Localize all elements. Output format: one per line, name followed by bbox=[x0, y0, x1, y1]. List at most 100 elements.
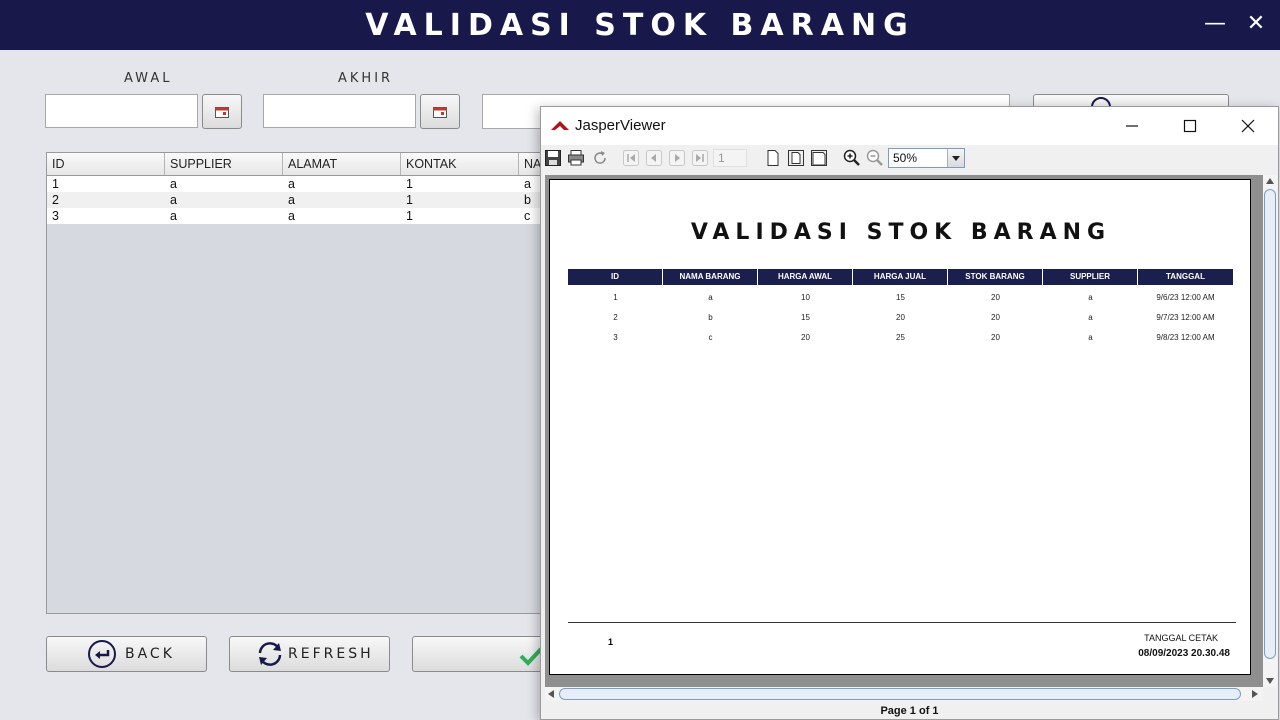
report-cell: 2 bbox=[613, 313, 618, 322]
back-arrow-icon bbox=[88, 640, 116, 668]
minimize-icon bbox=[1126, 125, 1138, 127]
report-column-header: ID bbox=[568, 269, 663, 285]
report-cell: 3 bbox=[613, 333, 618, 342]
table-row[interactable]: 3 a a 1 c bbox=[47, 208, 605, 224]
report-cell: 20 bbox=[991, 293, 1000, 302]
table-row[interactable]: 1 a a 1 a bbox=[47, 176, 605, 192]
report-page-number: 1 bbox=[608, 637, 614, 647]
horizontal-scroll-thumb[interactable] bbox=[559, 688, 1241, 700]
zoom-dropdown-button[interactable] bbox=[947, 149, 964, 167]
report-cell: 9/6/23 12:00 AM bbox=[1156, 293, 1215, 302]
report-page: VALIDASI STOK BARANG ID NAMA BARANG HARG… bbox=[549, 179, 1251, 675]
report-cell: 9/7/23 12:00 AM bbox=[1156, 313, 1215, 322]
akhir-label: AKHIR bbox=[338, 71, 394, 86]
jasper-logo-icon bbox=[551, 121, 569, 130]
back-button[interactable]: BACK bbox=[46, 636, 207, 672]
report-cell: 15 bbox=[896, 293, 905, 302]
first-page-icon[interactable] bbox=[622, 149, 640, 167]
report-cell: 15 bbox=[801, 313, 810, 322]
refresh-label: REFRESH bbox=[288, 646, 374, 662]
next-page-icon[interactable] bbox=[668, 149, 686, 167]
awal-label: AWAL bbox=[124, 71, 173, 86]
zoom-out-icon[interactable] bbox=[866, 149, 884, 167]
cell-supplier: a bbox=[170, 209, 177, 223]
viewer-maximize-button[interactable] bbox=[1170, 113, 1210, 139]
akhir-calendar-button[interactable] bbox=[420, 94, 460, 129]
last-page-icon[interactable] bbox=[691, 149, 709, 167]
report-cell: 20 bbox=[801, 333, 810, 342]
report-column-header: TANGGAL bbox=[1166, 272, 1205, 281]
report-column-header: SUPPLIER bbox=[1043, 269, 1138, 285]
column-header-supplier[interactable]: SUPPLIER bbox=[165, 153, 283, 175]
print-date-label: TANGGAL CETAK bbox=[1144, 633, 1218, 643]
fit-page-icon[interactable] bbox=[787, 149, 805, 167]
cell-kontak: 1 bbox=[406, 209, 413, 223]
cell-nama: c bbox=[524, 209, 531, 223]
reload-icon[interactable] bbox=[591, 149, 609, 167]
cell-alamat: a bbox=[288, 177, 295, 191]
cell-alamat: a bbox=[288, 209, 295, 223]
table-header: ID SUPPLIER ALAMAT KONTAK NA bbox=[47, 153, 605, 176]
report-column-header: NAMA BARANG bbox=[663, 269, 758, 285]
awal-date-field[interactable] bbox=[45, 94, 198, 128]
zoom-select[interactable]: 50% bbox=[888, 148, 965, 168]
report-title: VALIDASI STOK BARANG bbox=[690, 220, 1112, 245]
close-button[interactable]: ✕ bbox=[1241, 10, 1271, 38]
vertical-scroll-thumb[interactable] bbox=[1264, 189, 1276, 659]
column-header-kontak[interactable]: KONTAK bbox=[401, 153, 519, 175]
report-cell: 1 bbox=[613, 293, 618, 302]
prev-page-icon[interactable] bbox=[645, 149, 663, 167]
akhir-date-field[interactable] bbox=[263, 94, 416, 128]
column-header-id[interactable]: ID bbox=[47, 153, 165, 175]
cell-kontak: 1 bbox=[406, 177, 413, 191]
vertical-scrollbar[interactable] bbox=[1263, 175, 1277, 687]
table-row[interactable]: 2 a a 1 b bbox=[47, 192, 605, 208]
title-bar: VALIDASI STOK BARANG — ✕ bbox=[0, 0, 1280, 50]
print-date-value: 08/09/2023 20.30.48 bbox=[1138, 648, 1230, 659]
column-header-alamat[interactable]: ALAMAT bbox=[283, 153, 401, 175]
report-cell: 20 bbox=[991, 333, 1000, 342]
viewer-toolbar: 1 50% bbox=[541, 145, 1278, 171]
scroll-right-icon[interactable] bbox=[1249, 687, 1261, 701]
cell-id: 2 bbox=[52, 193, 59, 207]
save-icon[interactable] bbox=[544, 149, 562, 167]
zoom-in-icon[interactable] bbox=[843, 149, 861, 167]
jasper-viewer-window[interactable]: JasperViewer 1 50% VALIDASI STOK BARANG … bbox=[540, 106, 1279, 720]
viewer-close-button[interactable] bbox=[1228, 113, 1268, 139]
report-cell: c bbox=[708, 333, 713, 342]
maximize-icon bbox=[1183, 119, 1197, 133]
report-cell: a bbox=[1088, 293, 1093, 302]
report-table-header: ID NAMA BARANG HARGA AWAL HARGA JUAL STO… bbox=[568, 269, 1233, 285]
minimize-button[interactable]: — bbox=[1200, 10, 1230, 38]
page-number-input[interactable]: 1 bbox=[713, 149, 747, 167]
cell-id: 3 bbox=[52, 209, 59, 223]
report-row: 3 c 20 25 20 a 9/8/23 12:00 AM bbox=[568, 331, 1233, 345]
cell-nama: b bbox=[524, 193, 531, 207]
viewer-title: JasperViewer bbox=[575, 117, 666, 134]
zoom-value: 50% bbox=[893, 151, 918, 165]
print-icon[interactable] bbox=[567, 149, 585, 167]
viewer-minimize-button[interactable] bbox=[1112, 113, 1152, 139]
fit-width-icon[interactable] bbox=[810, 149, 828, 167]
data-table[interactable]: ID SUPPLIER ALAMAT KONTAK NA 1 a a 1 a 2… bbox=[46, 152, 606, 614]
actual-size-icon[interactable] bbox=[764, 149, 782, 167]
report-cell: 20 bbox=[896, 313, 905, 322]
awal-calendar-button[interactable] bbox=[202, 94, 242, 129]
scroll-down-icon[interactable] bbox=[1263, 675, 1277, 687]
report-canvas[interactable]: VALIDASI STOK BARANG ID NAMA BARANG HARG… bbox=[545, 175, 1263, 687]
refresh-button[interactable]: REFRESH bbox=[229, 636, 390, 672]
report-cell: a bbox=[1088, 313, 1093, 322]
close-icon bbox=[1241, 119, 1255, 133]
back-label: BACK bbox=[125, 646, 175, 662]
chevron-down-icon bbox=[952, 156, 960, 161]
scroll-left-icon[interactable] bbox=[545, 687, 557, 701]
cell-supplier: a bbox=[170, 177, 177, 191]
report-row: 1 a 10 15 20 a 9/6/23 12:00 AM bbox=[568, 291, 1233, 305]
scroll-up-icon[interactable] bbox=[1263, 175, 1277, 187]
report-cell: a bbox=[1088, 333, 1093, 342]
report-cell: 25 bbox=[896, 333, 905, 342]
calendar-icon bbox=[433, 107, 447, 118]
report-column-header: HARGA JUAL bbox=[853, 269, 948, 285]
horizontal-scrollbar[interactable] bbox=[545, 687, 1263, 701]
cell-id: 1 bbox=[52, 177, 59, 191]
